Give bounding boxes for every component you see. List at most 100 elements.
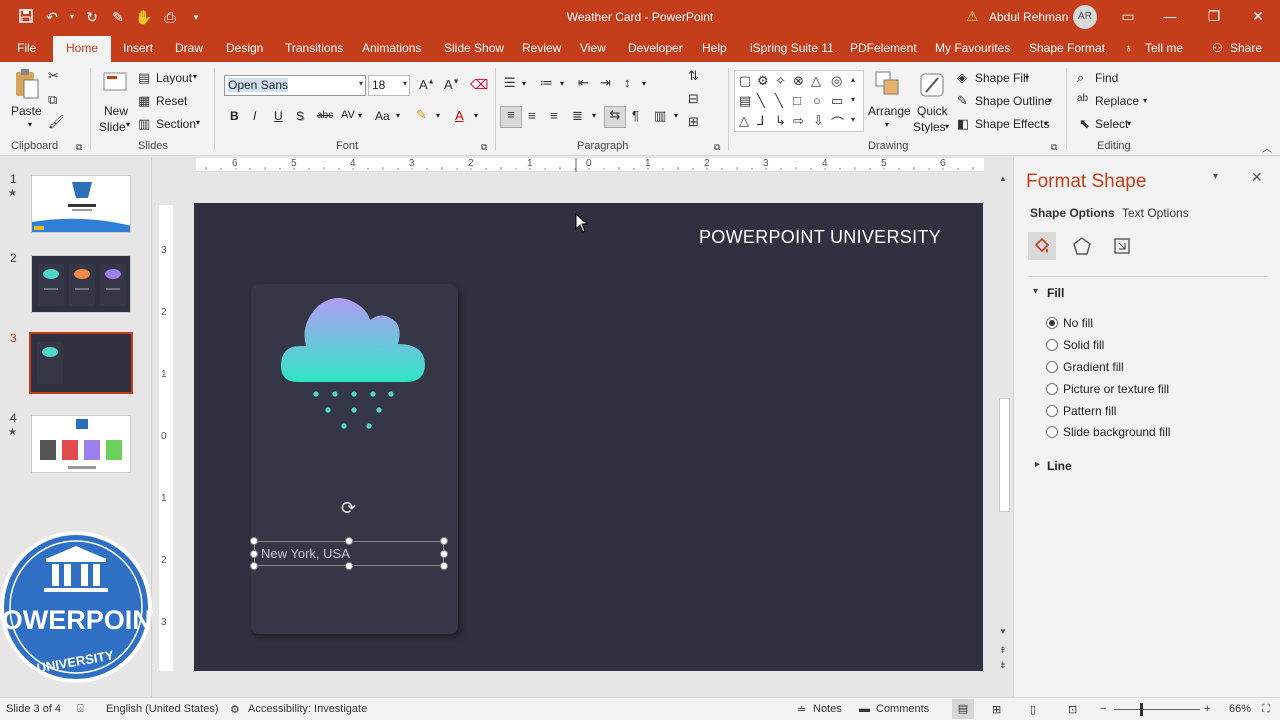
user-name[interactable]: Abdul Rehman: [989, 10, 1068, 24]
scroll-down-icon[interactable]: ▼: [999, 627, 1007, 636]
accessibility-status[interactable]: Accessibility: Investigate: [248, 703, 367, 715]
notes-icon[interactable]: ≐: [797, 703, 806, 716]
slide-counter[interactable]: Slide 3 of 4: [6, 703, 61, 715]
line-section-header[interactable]: Line: [1047, 459, 1072, 473]
shape-triangle-icon[interactable]: △: [811, 73, 821, 89]
italic-button[interactable]: I: [253, 109, 256, 123]
zoom-out-icon[interactable]: −: [1100, 703, 1106, 715]
tab-my-favourites[interactable]: My Favourites: [935, 41, 1010, 55]
font-size-input[interactable]: 18 ▾: [368, 75, 410, 96]
change-case-dropdown-icon[interactable]: ▾: [396, 111, 400, 120]
quick-styles-icon[interactable]: [918, 70, 946, 100]
resize-handle[interactable]: [440, 537, 448, 545]
pane-close-icon[interactable]: ✕: [1251, 169, 1263, 186]
clear-formatting-icon[interactable]: ⌫: [470, 77, 488, 93]
layout-dropdown-icon[interactable]: ▾: [193, 72, 197, 81]
reset-icon[interactable]: ▦: [138, 93, 150, 109]
decrease-font-size-icon[interactable]: A▼: [444, 77, 460, 92]
shape-outline-icon[interactable]: ✎: [957, 93, 968, 109]
zoom-level[interactable]: 66%: [1229, 703, 1251, 715]
shape-elbow-icon[interactable]: ⅃: [757, 113, 764, 129]
fill-collapse-icon[interactable]: ▾: [1033, 286, 1038, 297]
line-expand-icon[interactable]: ▸: [1035, 459, 1040, 470]
tab-view[interactable]: View: [580, 41, 606, 55]
shape-square-icon[interactable]: □: [793, 93, 801, 108]
shape-triangle2-icon[interactable]: △: [739, 113, 749, 129]
find-icon[interactable]: ⌕: [1077, 70, 1084, 86]
bullets-dropdown-icon[interactable]: ▾: [522, 79, 526, 88]
format-painter-icon[interactable]: 🖌: [48, 114, 65, 130]
line-spacing-icon[interactable]: ↕: [624, 75, 631, 90]
shape-oval-icon[interactable]: ○: [813, 93, 821, 108]
size-properties-icon[interactable]: [1112, 236, 1132, 256]
select-icon[interactable]: ⬉: [1079, 116, 1090, 132]
font-name-dropdown-icon[interactable]: ▾: [359, 79, 363, 88]
highlight-dropdown-icon[interactable]: ▾: [436, 111, 440, 120]
tab-text-options[interactable]: Text Options: [1122, 206, 1189, 220]
notes-button[interactable]: Notes: [813, 703, 842, 715]
shape-textbox-icon[interactable]: ▤: [739, 93, 751, 109]
tab-shape-format[interactable]: Shape Format: [1029, 41, 1105, 55]
comments-icon[interactable]: ▬: [859, 703, 870, 715]
city-label[interactable]: New York, USA: [261, 546, 350, 561]
shape-rounded-icon[interactable]: ▭: [831, 93, 843, 109]
radio-pattern-fill[interactable]: [1046, 405, 1058, 417]
fill-line-icon[interactable]: [1032, 236, 1052, 256]
arrange-dropdown-icon[interactable]: ▾: [885, 120, 889, 129]
fit-to-window-icon[interactable]: ⛶: [1262, 703, 1270, 716]
minimize-button[interactable]: —: [1160, 6, 1180, 26]
zoom-slider-thumb[interactable]: [1140, 703, 1143, 716]
shape-connector-icon[interactable]: ↳: [775, 113, 786, 129]
vertical-ruler[interactable]: 3 2 1 0 1 2 3: [159, 205, 173, 671]
reading-view-icon[interactable]: ▯: [1030, 703, 1036, 716]
slide-thumbnail-3[interactable]: [29, 332, 133, 394]
gallery-more-icon[interactable]: ▾: [851, 115, 855, 124]
numbering-icon[interactable]: ≔: [540, 75, 553, 91]
new-slide-icon[interactable]: [102, 70, 128, 98]
shape-arrow-right-icon[interactable]: ⇨: [793, 113, 804, 129]
spelling-icon[interactable]: ⌹: [77, 703, 84, 716]
arrange-icon[interactable]: [874, 70, 902, 100]
highlight-icon[interactable]: ✎: [416, 107, 427, 123]
section-dropdown-icon[interactable]: ▾: [196, 118, 200, 127]
font-name-input[interactable]: Open Sans ▾: [224, 75, 366, 96]
drawing-launcher-icon[interactable]: ⧉: [1051, 142, 1057, 153]
next-slide-icon[interactable]: ⇟: [999, 660, 1007, 671]
paste-dropdown-icon[interactable]: ▾: [28, 120, 32, 129]
tab-shape-options[interactable]: Shape Options: [1030, 206, 1115, 220]
tab-insert[interactable]: Insert: [123, 41, 153, 55]
resize-handle[interactable]: [250, 537, 258, 545]
tab-pdfelement[interactable]: PDFelement: [850, 41, 917, 55]
columns-dropdown-icon[interactable]: ▾: [674, 111, 678, 120]
text-direction-icon[interactable]: ⇆: [604, 106, 626, 128]
previous-slide-icon[interactable]: ⇞: [999, 645, 1007, 656]
decrease-indent-icon[interactable]: ⇤: [578, 75, 589, 91]
shape-fill-dropdown-icon[interactable]: ▾: [1025, 73, 1029, 82]
shape-fill-button[interactable]: Shape Fill: [975, 71, 1028, 85]
language-indicator[interactable]: English (United States): [106, 703, 219, 715]
paste-icon[interactable]: [12, 68, 42, 100]
justify-icon[interactable]: ≣: [572, 108, 583, 124]
shape-effects-dropdown-icon[interactable]: ▾: [1044, 119, 1048, 128]
layout-button[interactable]: Layout: [156, 71, 192, 85]
tab-file[interactable]: File: [17, 41, 36, 55]
shape-rect-icon[interactable]: ▢: [739, 73, 751, 89]
tab-ispring[interactable]: iSpring Suite 11: [750, 41, 834, 55]
line-spacing-dropdown-icon[interactable]: ▾: [642, 79, 646, 88]
zoom-slider-track[interactable]: [1114, 709, 1200, 710]
cut-icon[interactable]: ✂: [48, 68, 59, 84]
bullets-icon[interactable]: ☰: [504, 75, 516, 91]
font-size-dropdown-icon[interactable]: ▾: [403, 79, 407, 88]
resize-handle[interactable]: [345, 537, 353, 545]
quick-styles-label-2[interactable]: Styles: [913, 120, 946, 134]
underline-button[interactable]: U: [274, 109, 283, 123]
replace-button[interactable]: Replace: [1095, 94, 1139, 108]
warning-icon[interactable]: ⚠: [966, 8, 982, 24]
gallery-down-icon[interactable]: ▾: [851, 95, 855, 104]
bold-button[interactable]: B: [230, 109, 239, 123]
tab-draw[interactable]: Draw: [175, 41, 203, 55]
tab-slide-show[interactable]: Slide Show: [444, 41, 504, 55]
shape-x-icon[interactable]: ⊗: [793, 73, 804, 89]
numbering-dropdown-icon[interactable]: ▾: [560, 79, 564, 88]
quick-styles-label-1[interactable]: Quick: [917, 104, 948, 118]
